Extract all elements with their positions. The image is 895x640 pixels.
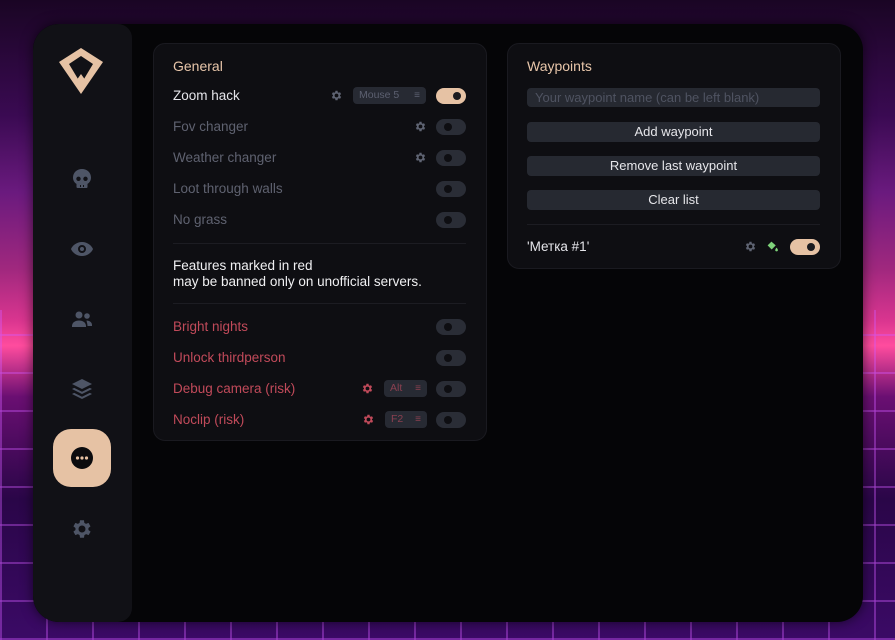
paint-bucket-icon[interactable] [766,240,779,253]
noclip-keybind[interactable]: F2 ≡ [385,411,427,428]
add-waypoint-button[interactable]: Add waypoint [527,122,820,142]
layers-icon [72,379,92,399]
divider [173,303,466,304]
feature-debug-camera: Debug camera (risk) Alt ≡ [154,378,486,400]
eye-icon [71,242,93,256]
nav-eye[interactable] [53,220,111,278]
feature-label: Weather changer [173,150,277,165]
risk-notice: Features marked in red may be banned onl… [173,258,422,290]
feature-zoom-hack: Zoom hack Mouse 5 ≡ [154,85,486,107]
notice-line-1: Features marked in red [173,258,313,273]
noclip-toggle[interactable] [436,412,466,428]
debug-camera-gear-icon[interactable] [361,382,374,395]
app-window: General Zoom hack Mouse 5 ≡ Fov changer … [33,24,863,622]
keybind-text: Alt [390,382,403,394]
waypoint-item: 'Метка #1' [508,236,840,258]
keybind-text: F2 [391,413,404,425]
waypoint-name-input[interactable] [527,88,820,107]
divider [173,243,466,244]
keybind-text: Mouse 5 [359,89,400,101]
debug-camera-keybind[interactable]: Alt ≡ [384,380,427,397]
loot-through-walls-toggle[interactable] [436,181,466,197]
nav-users[interactable] [53,290,111,348]
nav-more[interactable] [53,429,111,487]
general-title: General [173,58,223,74]
waypoints-panel: Waypoints Add waypoint Remove last waypo… [507,43,841,269]
waypoint-toggle[interactable] [790,239,820,255]
feature-noclip: Noclip (risk) F2 ≡ [154,409,486,431]
feature-bright-nights: Bright nights [154,316,486,338]
users-icon [72,311,92,327]
feature-label: Noclip (risk) [173,412,245,427]
feature-label: No grass [173,212,228,227]
unlock-thirdperson-toggle[interactable] [436,350,466,366]
sidebar [33,24,132,622]
fov-settings-gear-icon[interactable] [414,120,427,133]
feature-unlock-thirdperson: Unlock thirdperson [154,347,486,369]
clear-list-button[interactable]: Clear list [527,190,820,210]
noclip-gear-icon[interactable] [362,413,375,426]
feature-loot-through-walls: Loot through walls [154,178,486,200]
keybind-menu-icon: ≡ [415,383,421,394]
diamond-logo [59,48,103,94]
feature-label: Unlock thirdperson [173,350,286,365]
general-panel: General Zoom hack Mouse 5 ≡ Fov changer … [153,43,487,441]
more-icon [71,447,93,469]
zoom-keybind[interactable]: Mouse 5 ≡ [353,87,426,104]
waypoint-gear-icon[interactable] [744,240,757,253]
nav-layers[interactable] [53,360,111,418]
feature-label: Loot through walls [173,181,283,196]
feature-fov-changer: Fov changer [154,116,486,138]
waypoint-label: 'Метка #1' [527,239,590,254]
gear-icon [73,520,91,538]
keybind-menu-icon: ≡ [414,90,420,101]
remove-last-waypoint-button[interactable]: Remove last waypoint [527,156,820,176]
feature-no-grass: No grass [154,209,486,231]
weather-changer-toggle[interactable] [436,150,466,166]
weather-settings-gear-icon[interactable] [414,151,427,164]
nav-skull[interactable] [53,150,111,208]
feature-label: Bright nights [173,319,249,334]
skull-icon [73,169,91,188]
keybind-menu-icon: ≡ [415,414,421,425]
feature-weather-changer: Weather changer [154,147,486,169]
divider [527,224,820,225]
debug-camera-toggle[interactable] [436,381,466,397]
feature-label: Fov changer [173,119,249,134]
waypoints-title: Waypoints [527,58,592,74]
no-grass-toggle[interactable] [436,212,466,228]
zoom-settings-gear-icon[interactable] [330,89,343,102]
feature-label: Debug camera (risk) [173,381,296,396]
notice-line-2: may be banned only on unofficial servers… [173,274,422,289]
zoom-hack-toggle[interactable] [436,88,466,104]
nav-settings[interactable] [53,500,111,558]
feature-label: Zoom hack [173,88,240,103]
bright-nights-toggle[interactable] [436,319,466,335]
fov-changer-toggle[interactable] [436,119,466,135]
